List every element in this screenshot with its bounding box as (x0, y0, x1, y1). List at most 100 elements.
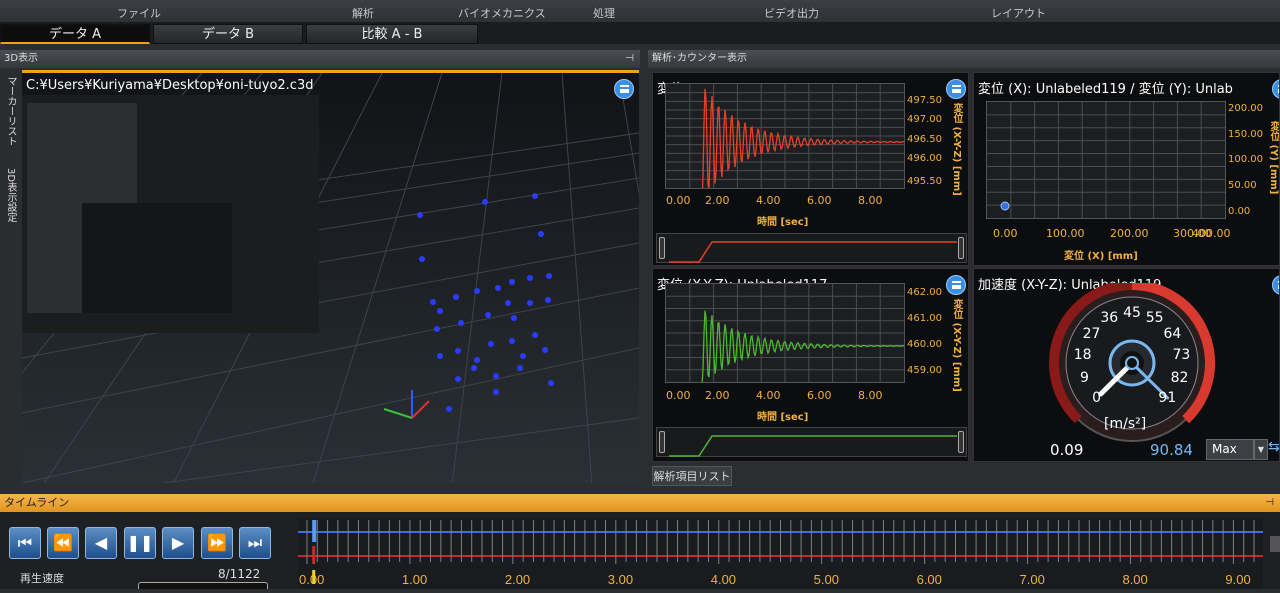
3d-menu-icon[interactable] (614, 79, 634, 99)
gauge-max-value: 90.84 (1150, 441, 1193, 459)
last-frame-button[interactable]: ⏭ (239, 527, 271, 559)
graph-3-ytick: 461.00 (907, 313, 942, 324)
analysis-list-tab[interactable]: 解析項目リスト (652, 466, 732, 486)
timeline-tick-label: 8.00 (1122, 572, 1147, 587)
data-tabs: データ A データ B 比較 A - B (0, 22, 1280, 44)
menu-biomechanics[interactable]: バイオメカニクス (458, 5, 546, 21)
gauge-tick-label: 9 (1079, 370, 1089, 387)
frame-counter: 8/1122 (218, 567, 261, 581)
graph-3-xtick: 0.00 (666, 389, 691, 402)
graph-3-xtick: 4.00 (756, 389, 781, 402)
graph-1-range-slider[interactable] (656, 233, 967, 263)
speed-slider[interactable] (138, 582, 268, 589)
gauge-panel: 加速度 (X-Y-Z): Unlabeled119 0 9 18 27 36 45 55 64… (973, 268, 1280, 462)
timeline-tick-label: 7.00 (1020, 572, 1045, 587)
graph-1-plot[interactable] (665, 83, 905, 203)
graph-1-xtick: 8.00 (858, 194, 883, 207)
menu-analysis[interactable]: 解析 (352, 5, 374, 21)
timeline-pin-icon[interactable]: ⊣ (1265, 494, 1274, 512)
panel-3d-header: 3D表示 ⊣ (0, 50, 640, 68)
menu-video-output[interactable]: ビデオ出力 (764, 5, 819, 21)
graph-3-range-slider[interactable] (656, 427, 967, 457)
graph-2-title: 変位 (X): Unlabeled119 / 変位 (Y): Unlab (978, 82, 1233, 97)
graph-3-xtick: 2.00 (705, 389, 730, 402)
graph-3-overview (669, 435, 957, 457)
prev-frame-button[interactable]: ⏪ (47, 527, 79, 559)
3d-settings-tab[interactable]: 3D表示設定 (3, 168, 18, 222)
graph-1-ylabel: 変位 (X-Y-Z) [mm] (951, 103, 962, 196)
graph-3-ylabel: 変位 (X-Y-Z) [mm] (951, 299, 962, 392)
graph-3-menu-icon[interactable] (946, 275, 966, 295)
timeline-svg: 0.00 1.00 2.00 3.00 4.00 5.00 6.00 7.00 8.00 9.00 (298, 520, 1263, 587)
gauge-tick-label: 36 (1100, 310, 1119, 327)
first-frame-button[interactable]: ⏮ (9, 527, 41, 559)
marker-list-tab[interactable]: マーカーリスト (3, 76, 18, 146)
graph-2-xtick: 0.00 (993, 227, 1018, 240)
graph-1-ytick: 497.00 (907, 114, 942, 125)
timeline-tick-label: 0.00 (299, 572, 324, 587)
gauge-menu-icon[interactable] (1272, 275, 1279, 295)
play-button[interactable]: ▶ (162, 527, 194, 559)
graph-2-ylabel: 変位 (Y) [mm] (1268, 121, 1279, 195)
graph-1-xtick: 2.00 (705, 194, 730, 207)
analysis-title: 解析･カウンター表示 (652, 53, 747, 64)
3d-view[interactable]: C:¥Users¥Kuriyama¥Desktop¥oni-tuyo2.c3d (22, 70, 639, 483)
graph-2-menu-icon[interactable] (1272, 79, 1279, 99)
timeline-tick-label: 9.00 (1225, 572, 1250, 587)
graph-3-xtick: 6.00 (807, 389, 832, 402)
graph-1-ytick: 495.50 (907, 176, 942, 187)
chevron-down-icon[interactable]: ▼ (1254, 439, 1268, 460)
graph-1-xtick: 0.00 (666, 194, 691, 207)
timeline-tick-label: 6.00 (917, 572, 942, 587)
3d-scene (22, 73, 639, 483)
graph-1-menu-icon[interactable] (946, 79, 966, 99)
pause-button[interactable]: ❚❚ (124, 527, 156, 559)
graph-panel-1: 変位 (X-Y-Z): Unlabeled120 497.50 497.00 4… (652, 72, 969, 266)
timeline-scrollbar[interactable] (1270, 536, 1280, 552)
timeline-tick-label: 2.00 (505, 572, 530, 587)
gauge-tick-label: 91 (1158, 390, 1177, 407)
graph-2-xtick: 100.00 (1046, 227, 1085, 240)
speed-label: 再生速度 (20, 572, 64, 585)
menu-bar: ファイル 解析 バイオメカニクス 処理 ビデオ出力 レイアウト (0, 0, 1280, 22)
graph-1-overview (669, 241, 957, 263)
pin-icon[interactable]: ⊣ (625, 50, 634, 68)
graph-1-ytick: 496.50 (907, 134, 942, 145)
gauge-tick-label: 82 (1170, 370, 1189, 387)
graph-3-svg (666, 284, 904, 388)
next-frame-button[interactable]: ⏩ (201, 527, 233, 559)
playhead-mid (312, 546, 316, 564)
menu-file[interactable]: ファイル (117, 5, 161, 21)
timeline-track[interactable]: 0.00 1.00 2.00 3.00 4.00 5.00 6.00 7.00 8.00 9.00 (298, 518, 1263, 589)
swap-icon[interactable]: ⇆ (1268, 439, 1279, 455)
menu-process[interactable]: 処理 (593, 5, 615, 21)
analysis-header: 解析･カウンター表示 (648, 50, 1280, 68)
timeline-tick-label: 4.00 (711, 572, 736, 587)
graph-2-xlabel: 変位 (X) [mm] (1064, 251, 1138, 262)
graph-3-xlabel: 時間 [sec] (757, 412, 809, 423)
gauge-current-value: 0.09 (1050, 441, 1084, 459)
playhead-top[interactable] (312, 520, 317, 542)
gauge-tick-label: 45 (1123, 305, 1141, 321)
gauge-mode-select[interactable]: Max (1206, 439, 1254, 460)
gauge-tick-label: 73 (1172, 347, 1191, 364)
timeline-tick-label: 5.00 (814, 572, 839, 587)
timeline-title: タイムライン (4, 496, 70, 509)
graph-1-ytick: 496.00 (907, 153, 942, 164)
tab-compare[interactable]: 比較 A - B (306, 24, 478, 44)
side-tabs: マーカーリスト 3D表示設定 (0, 70, 22, 488)
graph-3-xtick: 8.00 (858, 389, 883, 402)
tab-data-b[interactable]: データ B (153, 24, 303, 44)
graph-2-ytick: 100.00 (1228, 154, 1263, 165)
tab-data-a[interactable]: データ A (0, 24, 150, 44)
graph-3-plot[interactable] (665, 283, 905, 388)
menu-layout[interactable]: レイアウト (991, 5, 1046, 21)
play-back-button[interactable]: ◀ (85, 527, 117, 559)
graph-2-plot[interactable] (986, 101, 1226, 219)
timeline-tick-label: 1.00 (402, 572, 427, 587)
gauge-tick-label: 0 (1092, 390, 1102, 407)
graph-1-xtick: 6.00 (807, 194, 832, 207)
graph-1-xlabel: 時間 [sec] (757, 217, 809, 228)
graph-panel-3: 変位 (X-Y-Z): Unlabeled117 462.00 461.00 4… (652, 268, 969, 462)
gauge-tick-label: 55 (1145, 310, 1164, 327)
